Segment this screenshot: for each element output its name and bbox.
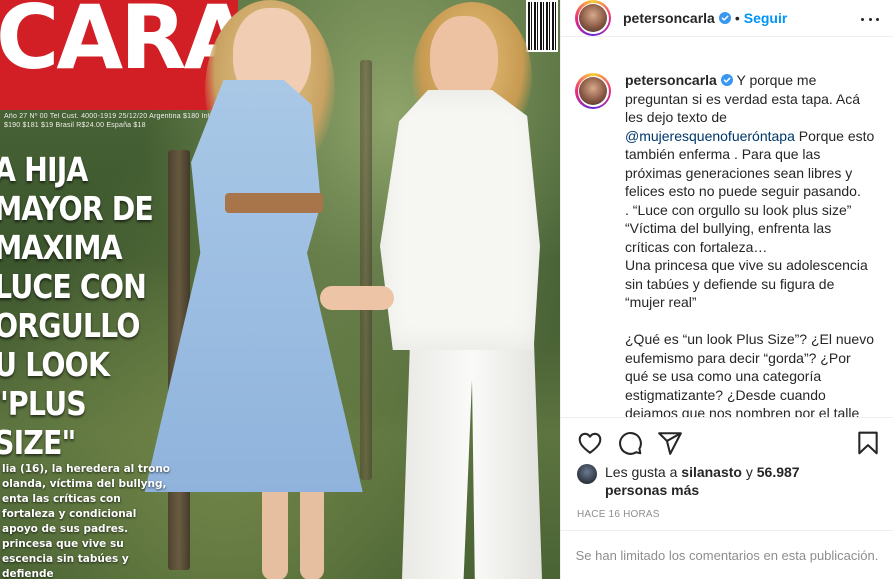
separator-dot: • — [734, 10, 740, 26]
avatar[interactable] — [575, 0, 611, 36]
header-username[interactable]: petersoncarla — [623, 10, 715, 26]
avatar-ring — [577, 75, 609, 107]
verified-badge-icon — [718, 12, 731, 24]
cover-subtext: lia (16), la heredera al trono olanda, v… — [2, 463, 171, 579]
verified-badge-icon — [720, 74, 733, 86]
heart-icon[interactable] — [577, 430, 603, 456]
post-timestamp[interactable]: HACE 16 HORAS — [577, 509, 660, 520]
likes-text: Les gusta a silanasto y 56.987 personas … — [605, 463, 805, 499]
belt — [225, 193, 323, 213]
magazine-fine-print: Año 27 Nº 00 Tel Cust. 4000-1919 25/12/2… — [4, 113, 231, 129]
caption-text: petersoncarla Y porque me preguntan si e… — [625, 71, 875, 417]
avatar-ring — [577, 2, 609, 34]
comments-limited-notice: Se han limitado los comentarios en esta … — [561, 530, 893, 580]
caption-avatar[interactable] — [575, 73, 611, 109]
caption-mention-link[interactable]: @mujeresquenofueróntapa — [625, 128, 795, 144]
avatar-image — [579, 77, 607, 105]
avatar-image — [579, 4, 607, 32]
white-blazer — [380, 90, 540, 350]
barcode — [526, 0, 558, 52]
likes-middle: y — [741, 464, 757, 480]
more-options-icon[interactable] — [861, 10, 879, 28]
instagram-post: CARAS Año 27 Nº 00 Tel Cust. 4000-1919 2… — [0, 0, 893, 579]
caption-username[interactable]: petersoncarla — [625, 72, 717, 88]
follow-button[interactable]: Seguir — [744, 10, 788, 26]
caption-text-part: Porque esto también enferma . Para que l… — [625, 127, 875, 418]
post-header: petersoncarla • Seguir — [561, 0, 893, 37]
cover-headline: A HIJA MAYOR DE MAXIMA LUCE CON ORGULLO … — [0, 150, 154, 462]
post-caption: petersoncarla Y porque me preguntan si e… — [561, 57, 893, 417]
share-icon[interactable] — [657, 430, 683, 456]
magazine-title: CARAS — [0, 0, 238, 89]
magazine-masthead: CARAS — [0, 0, 238, 110]
post-image[interactable]: CARAS Año 27 Nº 00 Tel Cust. 4000-1919 2… — [0, 0, 560, 579]
liker-username[interactable]: silanasto — [681, 464, 742, 480]
comment-icon[interactable] — [617, 430, 643, 456]
figure-leg — [300, 480, 324, 579]
likes-summary: Les gusta a silanasto y 56.987 personas … — [577, 463, 805, 499]
post-side-panel: petersoncarla • Seguir petersoncarla Y p… — [560, 0, 893, 579]
comments-section[interactable]: petersoncarla Y porque me preguntan si e… — [561, 57, 893, 417]
tree-trunk — [360, 60, 372, 480]
holding-hands — [320, 286, 394, 310]
liker-avatar[interactable] — [577, 464, 597, 484]
bookmark-icon[interactable] — [855, 430, 881, 456]
likes-prefix: Les gusta a — [605, 464, 682, 480]
action-bar — [561, 417, 893, 456]
figure-leg — [262, 480, 288, 579]
